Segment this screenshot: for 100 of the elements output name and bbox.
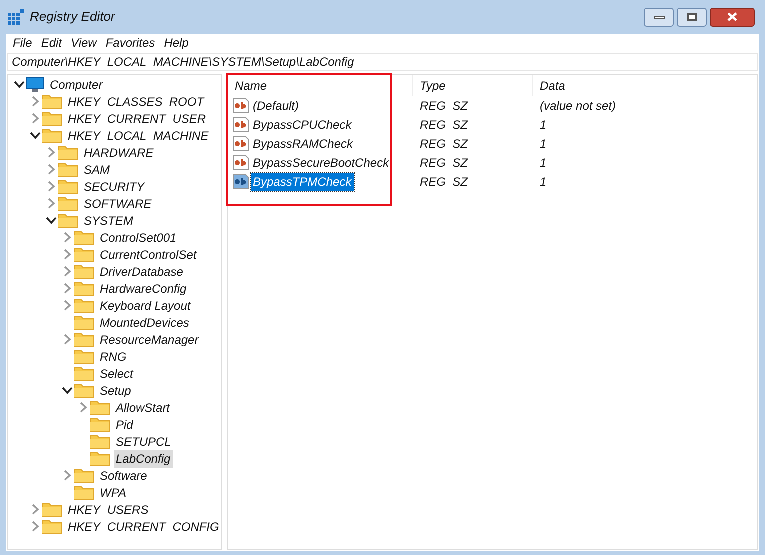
tree-item[interactable]: HKEY_USERS xyxy=(66,500,151,518)
chevron-right-icon[interactable] xyxy=(78,402,88,413)
table-cell-text: REG_SZ xyxy=(419,116,470,134)
chevron-right-icon[interactable] xyxy=(30,521,40,532)
table-cell-text: REG_SZ xyxy=(419,154,470,172)
tree-item[interactable]: Computer xyxy=(48,76,105,94)
tree-item[interactable]: HKEY_CURRENT_CONFIG xyxy=(66,518,221,536)
chevron-right-icon[interactable] xyxy=(46,198,56,209)
maximize-button[interactable] xyxy=(677,8,707,26)
table-cell-text: REG_SZ xyxy=(419,174,470,190)
chevron-down-icon[interactable] xyxy=(30,130,40,141)
tree-item[interactable]: Select xyxy=(98,364,136,382)
chevron-down-icon[interactable] xyxy=(46,215,56,226)
chevron-right-icon[interactable] xyxy=(62,249,72,260)
menu-item[interactable]: View xyxy=(67,34,101,52)
folder-icon xyxy=(74,315,94,330)
tree-item[interactable]: HARDWARE xyxy=(82,144,156,162)
folder-icon xyxy=(42,128,62,143)
tree-item[interactable]: RNG xyxy=(98,348,129,366)
tree-item[interactable]: HardwareConfig xyxy=(98,280,189,298)
tree-item[interactable]: Setup xyxy=(98,382,134,400)
tree-item[interactable]: MountedDevices xyxy=(98,314,192,332)
value-name[interactable]: BypassRAMCheck xyxy=(251,134,356,152)
folder-icon xyxy=(74,264,94,279)
chevron-right-icon[interactable] xyxy=(30,96,40,107)
chevron-right-icon[interactable] xyxy=(46,181,56,192)
window-title: Registry Editor xyxy=(30,8,116,26)
value-name[interactable]: (Default) xyxy=(251,96,302,114)
folder-icon xyxy=(90,417,110,432)
folder-icon xyxy=(58,145,78,160)
folder-icon xyxy=(42,502,62,517)
folder-icon xyxy=(74,281,94,296)
string-value-icon xyxy=(233,174,249,189)
tree-item[interactable]: HKEY_CURRENT_USER xyxy=(66,110,208,128)
tree-item[interactable]: Pid xyxy=(114,416,136,434)
folder-icon xyxy=(74,485,94,500)
tree-item[interactable]: SECURITY xyxy=(82,178,147,196)
chevron-right-icon[interactable] xyxy=(62,334,72,345)
value-name[interactable]: BypassSecureBootCheck xyxy=(251,154,392,172)
tree-item[interactable]: SAM xyxy=(82,160,112,178)
column-header[interactable]: Name xyxy=(228,75,413,96)
chevron-down-icon[interactable] xyxy=(62,385,72,396)
folder-icon xyxy=(90,434,110,449)
tree-item[interactable]: SOFTWARE xyxy=(82,194,154,212)
table-cell-text: (value not set) xyxy=(539,98,616,114)
tree-item[interactable]: Keyboard Layout xyxy=(98,296,193,314)
menu-item[interactable]: Favorites xyxy=(102,34,160,52)
tree-item[interactable]: SETUPCL xyxy=(114,432,174,450)
folder-icon xyxy=(42,111,62,126)
minimize-button[interactable] xyxy=(644,8,674,26)
tree-item[interactable]: ControlSet001 xyxy=(98,228,179,246)
tree-item[interactable]: HKEY_LOCAL_MACHINE xyxy=(66,126,211,144)
tree-item[interactable]: CurrentControlSet xyxy=(98,246,199,264)
chevron-right-icon[interactable] xyxy=(30,504,40,515)
table-cell-text: 1 xyxy=(539,116,547,134)
tree-item[interactable]: WPA xyxy=(98,484,128,502)
menu-item[interactable]: Edit xyxy=(37,34,66,52)
chevron-right-icon[interactable] xyxy=(62,266,72,277)
tree-item[interactable]: Software xyxy=(98,466,150,484)
address-bar[interactable]: Computer\HKEY_LOCAL_MACHINE\SYSTEM\Setup\LabConfig xyxy=(7,53,758,71)
folder-icon xyxy=(74,230,94,245)
tree-item[interactable]: AllowStart xyxy=(114,398,172,416)
folder-icon xyxy=(74,366,94,381)
menu-item[interactable]: File xyxy=(9,34,36,52)
chevron-right-icon[interactable] xyxy=(62,232,72,243)
chevron-right-icon[interactable] xyxy=(46,164,56,175)
table-cell-text: 1 xyxy=(539,154,547,172)
tree-item[interactable]: DriverDatabase xyxy=(98,262,186,280)
chevron-right-icon[interactable] xyxy=(62,470,72,481)
value-name[interactable]: BypassCPUCheck xyxy=(251,116,354,134)
folder-icon xyxy=(42,94,62,109)
value-name[interactable]: BypassTPMCheck xyxy=(251,172,354,190)
tree-item[interactable]: HKEY_CLASSES_ROOT xyxy=(66,92,206,110)
table-cell-text: REG_SZ xyxy=(419,136,470,152)
chevron-right-icon[interactable] xyxy=(62,283,72,294)
chevron-down-icon[interactable] xyxy=(14,79,24,90)
column-header[interactable]: Data xyxy=(533,75,757,96)
tree-item[interactable]: SYSTEM xyxy=(82,212,136,230)
folder-icon xyxy=(90,451,110,466)
column-header[interactable]: Type xyxy=(413,75,533,96)
table-cell-text: 1 xyxy=(539,136,547,152)
folder-icon xyxy=(74,468,94,483)
close-icon xyxy=(727,12,738,22)
chevron-right-icon[interactable] xyxy=(46,147,56,158)
chevron-right-icon[interactable] xyxy=(30,113,40,124)
close-button[interactable] xyxy=(710,8,755,26)
tree-item[interactable]: ResourceManager xyxy=(98,330,201,348)
folder-icon xyxy=(74,332,94,347)
folder-icon xyxy=(42,519,62,534)
monitor-icon xyxy=(26,76,44,92)
tree-item[interactable]: LabConfig xyxy=(114,450,173,468)
folder-icon xyxy=(58,213,78,228)
table-cell-text: REG_SZ xyxy=(419,98,470,114)
string-value-icon xyxy=(233,155,249,170)
chevron-right-icon[interactable] xyxy=(62,300,72,311)
table-cell-text: 1 xyxy=(539,174,547,190)
folder-icon xyxy=(58,196,78,211)
string-value-icon xyxy=(233,117,249,132)
menu-item[interactable]: Help xyxy=(160,34,193,52)
folder-icon xyxy=(58,179,78,194)
